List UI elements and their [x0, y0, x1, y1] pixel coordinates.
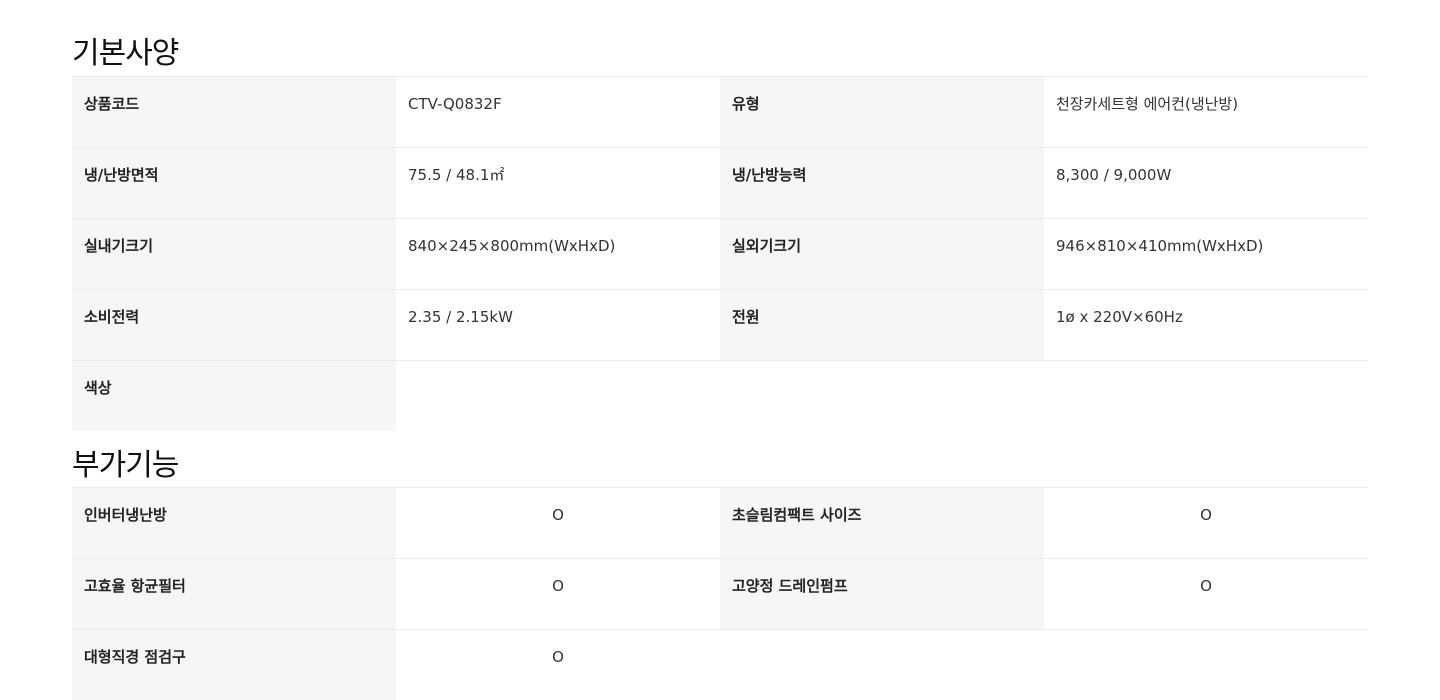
feature-value: O: [1200, 577, 1212, 595]
feature-label: 고효율 항균필터: [84, 577, 186, 595]
spec-label: 색상: [84, 379, 112, 397]
table-row: 고효율 항균필터 O 고양정 드레인펌프 O: [72, 558, 1368, 630]
feature-value: O: [552, 506, 564, 524]
table-row: 인버터냉난방 O 초슬림컴팩트 사이즈 O: [72, 487, 1368, 559]
spec-value: 8,300 / 9,000W: [1056, 166, 1172, 184]
empty-cell: [720, 630, 1368, 647]
spec-value: 946×810×410mm(WxHxD): [1056, 237, 1264, 255]
table-row: 실내기크기 840×245×800mm(WxHxD) 실외기크기 946×810…: [72, 218, 1368, 290]
spec-value: 75.5 / 48.1㎡: [408, 166, 505, 184]
spec-value: 천장카세트형 에어컨(냉난방): [1056, 95, 1239, 113]
feature-label: 고양정 드레인펌프: [732, 577, 848, 595]
extra-features-table: 인버터냉난방 O 초슬림컴팩트 사이즈 O 고효율 항균필터 O 고양정 드레인…: [72, 487, 1368, 700]
spec-label: 소비전력: [84, 308, 140, 326]
spec-label: 유형: [732, 95, 760, 113]
table-row: 냉/난방면적 75.5 / 48.1㎡ 냉/난방능력 8,300 / 9,000…: [72, 147, 1368, 219]
table-row: 대형직경 점검구 O: [72, 629, 1368, 700]
extra-features-title: 부가기능: [72, 448, 179, 483]
spec-label: 전원: [732, 308, 760, 326]
spec-value: [396, 361, 1368, 378]
table-row: 색상: [72, 360, 1368, 431]
table-row: 소비전력 2.35 / 2.15kW 전원 1ø x 220V×60Hz: [72, 289, 1368, 361]
spec-label: 냉/난방면적: [84, 166, 159, 184]
basic-specs-table: 상품코드 CTV-Q0832F 유형 천장카세트형 에어컨(냉난방) 냉/난방면…: [72, 76, 1368, 431]
feature-label: 초슬림컴팩트 사이즈: [732, 506, 862, 524]
spec-label: 냉/난방능력: [732, 166, 807, 184]
spec-value: 2.35 / 2.15kW: [408, 308, 513, 326]
basic-specs-title: 기본사양: [72, 36, 179, 71]
spec-label: 상품코드: [84, 95, 140, 113]
spec-value: CTV-Q0832F: [408, 95, 502, 113]
spec-value: 1ø x 220V×60Hz: [1056, 308, 1183, 326]
spec-label: 실외기크기: [732, 237, 802, 255]
spec-value: 840×245×800mm(WxHxD): [408, 237, 616, 255]
feature-value: O: [1200, 506, 1212, 524]
feature-label: 인버터냉난방: [84, 506, 167, 524]
feature-value: O: [552, 648, 564, 666]
spec-label: 실내기크기: [84, 237, 154, 255]
table-row: 상품코드 CTV-Q0832F 유형 천장카세트형 에어컨(냉난방): [72, 76, 1368, 148]
feature-value: O: [552, 577, 564, 595]
feature-label: 대형직경 점검구: [84, 648, 186, 666]
